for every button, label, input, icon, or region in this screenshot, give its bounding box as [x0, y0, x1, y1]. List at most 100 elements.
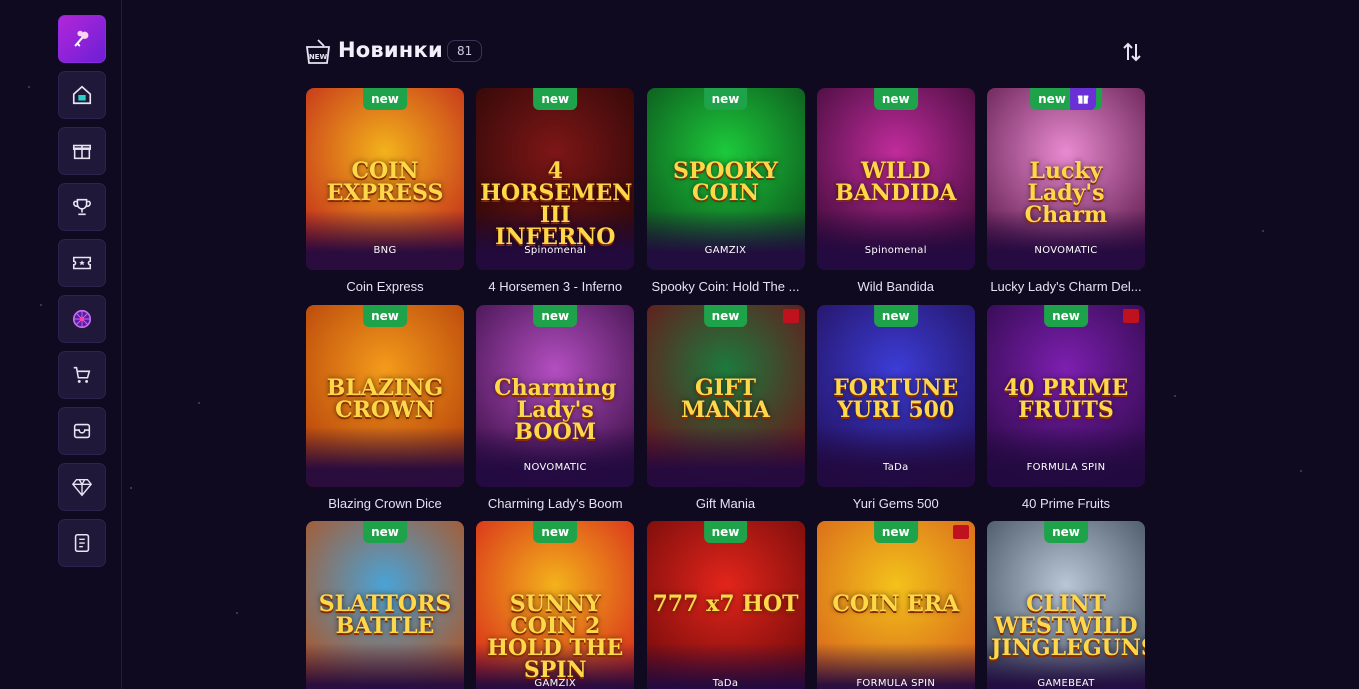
provider-corner-icon [952, 525, 969, 539]
game-card[interactable]: 40 PRIME FRUITS FORMULA SPIN new 40 Prime F… [987, 304, 1145, 511]
game-logo-text: 4 HORSEMEN III INFERNO [480, 158, 633, 250]
game-logo-text: COIN ERA [832, 591, 960, 617]
provider-logo: TaDa [712, 678, 739, 689]
new-badge-label: new [371, 308, 399, 323]
sidebar-item-lottery[interactable] [58, 239, 106, 287]
new-badge-label: new [1038, 92, 1066, 106]
game-logo-text: SPOOKY COIN [673, 158, 778, 206]
provider-logo: GAMZIX [704, 245, 747, 256]
gift-icon [72, 144, 92, 160]
game-card[interactable]: COIN EXPRESS BNG new Coin Express [306, 88, 464, 294]
game-thumbnail[interactable]: COIN ERA FORMULA SPIN new [816, 521, 975, 689]
game-title[interactable]: Charming Lady's Boom [476, 496, 634, 511]
new-badge: new [703, 88, 748, 110]
game-title[interactable]: Wild Bandida [817, 279, 975, 294]
thumbnail-shade [306, 426, 464, 487]
game-logo-text: WILD BANDIDA [835, 158, 957, 206]
ticket-icon [72, 256, 92, 270]
game-title[interactable]: Gift Mania [647, 496, 805, 511]
thumbnail-shade [987, 426, 1145, 487]
thumbnail-shade [306, 210, 464, 270]
game-card[interactable]: SUNNY COIN 2 HOLD THE SPIN GAMZIX new [476, 521, 635, 689]
new-badge: new [873, 304, 918, 327]
game-title[interactable]: 4 Horsemen 3 - Inferno [476, 279, 634, 294]
sidebar-item-vip[interactable] [58, 463, 106, 511]
new-badge-label: new [1052, 525, 1080, 539]
game-card[interactable]: 4 HORSEMEN III INFERNO Spinomenal new 4 Hor… [476, 88, 635, 294]
game-title[interactable]: Coin Express [306, 279, 464, 294]
trophy-icon [73, 198, 91, 216]
sidebar [0, 0, 122, 689]
sidebar-item-box[interactable] [58, 407, 106, 455]
new-badge-label: new [881, 308, 910, 323]
sidebar-item-gifts[interactable] [58, 127, 106, 175]
bonus-gift-icon [1069, 88, 1096, 110]
game-card[interactable]: Charming Lady's BOOM NOVOMATIC new Charming… [476, 304, 635, 511]
game-thumbnail[interactable]: SLATTORS BATTLE new [306, 521, 464, 689]
game-card[interactable]: CLINT WESTWILD JINGLEGUNS GAMEBEAT new [987, 521, 1145, 689]
provider-corner-icon [1123, 308, 1139, 323]
thumbnail-shade [816, 426, 975, 487]
game-thumbnail[interactable]: COIN EXPRESS BNG new [306, 88, 464, 270]
sidebar-item-shop[interactable] [58, 351, 106, 399]
document-icon [74, 533, 90, 553]
page-title: Новинки [338, 38, 443, 62]
provider-logo: TaDa [882, 461, 909, 473]
game-thumbnail[interactable]: SPOOKY COIN GAMZIX new [646, 88, 805, 270]
game-logo-text: CLINT WESTWILD JINGLEGUNS [991, 591, 1145, 661]
new-badge: new [873, 521, 918, 543]
game-thumbnail[interactable]: 40 PRIME FRUITS FORMULA SPIN new [987, 304, 1145, 487]
game-title[interactable]: 40 Prime Fruits [987, 496, 1145, 511]
game-card[interactable]: 777 x7 HOT TaDa new [646, 521, 805, 689]
game-title[interactable]: Spooky Coin: Hold The ... [647, 279, 805, 294]
game-card[interactable]: WILD BANDIDA Spinomenal new Wild Bandida [816, 88, 975, 294]
game-card[interactable]: Lucky Lady's Charm NOVOMATIC new Lucky Lady… [987, 88, 1145, 294]
game-title[interactable]: Blazing Crown Dice [306, 496, 464, 511]
box-icon [73, 423, 91, 439]
game-thumbnail[interactable]: Lucky Lady's Charm NOVOMATIC new [987, 88, 1145, 270]
provider-logo: Spinomenal [524, 245, 587, 256]
new-badge: new [1044, 521, 1088, 543]
game-thumbnail[interactable]: FORTUNE YURI 500 TaDa new [816, 304, 975, 487]
game-thumbnail[interactable]: CLINT WESTWILD JINGLEGUNS GAMEBEAT new [987, 521, 1145, 689]
game-card[interactable]: BLAZING CROWN new Blazing Crown Dice [306, 304, 464, 511]
sidebar-item-home[interactable] [58, 71, 106, 119]
sidebar-item-rules[interactable] [58, 519, 106, 567]
new-badge-label: new [541, 92, 570, 106]
game-card[interactable]: SPOOKY COIN GAMZIX new Spooky Coin: Hold Th… [646, 88, 805, 294]
new-badge-label: new [881, 92, 910, 106]
game-thumbnail[interactable]: SUNNY COIN 2 HOLD THE SPIN GAMZIX new [476, 521, 635, 689]
game-card[interactable]: GIFT MANIA new Gift Mania [646, 304, 805, 511]
game-thumbnail[interactable]: 777 x7 HOT TaDa new [646, 521, 805, 689]
clover-key-icon [74, 30, 89, 47]
sidebar-item-tournaments[interactable] [58, 183, 106, 231]
provider-logo: GAMZIX [534, 678, 577, 689]
new-badge-label: new [371, 92, 399, 106]
new-badge-label: new [881, 525, 910, 539]
new-badge-label: new [371, 525, 399, 539]
game-logo-text: 40 PRIME FRUITS [1003, 374, 1129, 423]
provider-corner-icon [782, 308, 799, 323]
game-thumbnail[interactable]: WILD BANDIDA Spinomenal new [816, 88, 975, 270]
game-card[interactable]: COIN ERA FORMULA SPIN new [816, 521, 975, 689]
game-thumbnail[interactable]: GIFT MANIA new [646, 304, 805, 487]
thumbnail-shade [646, 426, 805, 487]
new-badge-label: new [711, 525, 740, 539]
game-thumbnail[interactable]: 4 HORSEMEN III INFERNO Spinomenal new [476, 88, 635, 270]
shop-cart-icon [73, 366, 91, 383]
game-title[interactable]: Yuri Gems 500 [817, 496, 975, 511]
new-badge: new [703, 521, 748, 543]
thumbnail-shade [816, 210, 975, 270]
game-card[interactable]: SLATTORS BATTLE new [306, 521, 464, 689]
game-card[interactable]: FORTUNE YURI 500 TaDa new Yuri Gems 500 [816, 304, 975, 511]
new-badge: new [703, 304, 748, 327]
game-logo-text: GIFT MANIA [681, 374, 770, 423]
game-title[interactable]: Lucky Lady's Charm Del... [987, 279, 1145, 294]
sort-toggle-icon[interactable] [1120, 40, 1144, 64]
game-thumbnail[interactable]: BLAZING CROWN new [306, 304, 464, 487]
sidebar-item-wheel[interactable] [58, 295, 106, 343]
new-badge: new [533, 88, 578, 110]
new-badge-label: new [711, 92, 740, 106]
game-thumbnail[interactable]: Charming Lady's BOOM NOVOMATIC new [476, 304, 635, 487]
sidebar-logo-button[interactable] [58, 15, 106, 63]
